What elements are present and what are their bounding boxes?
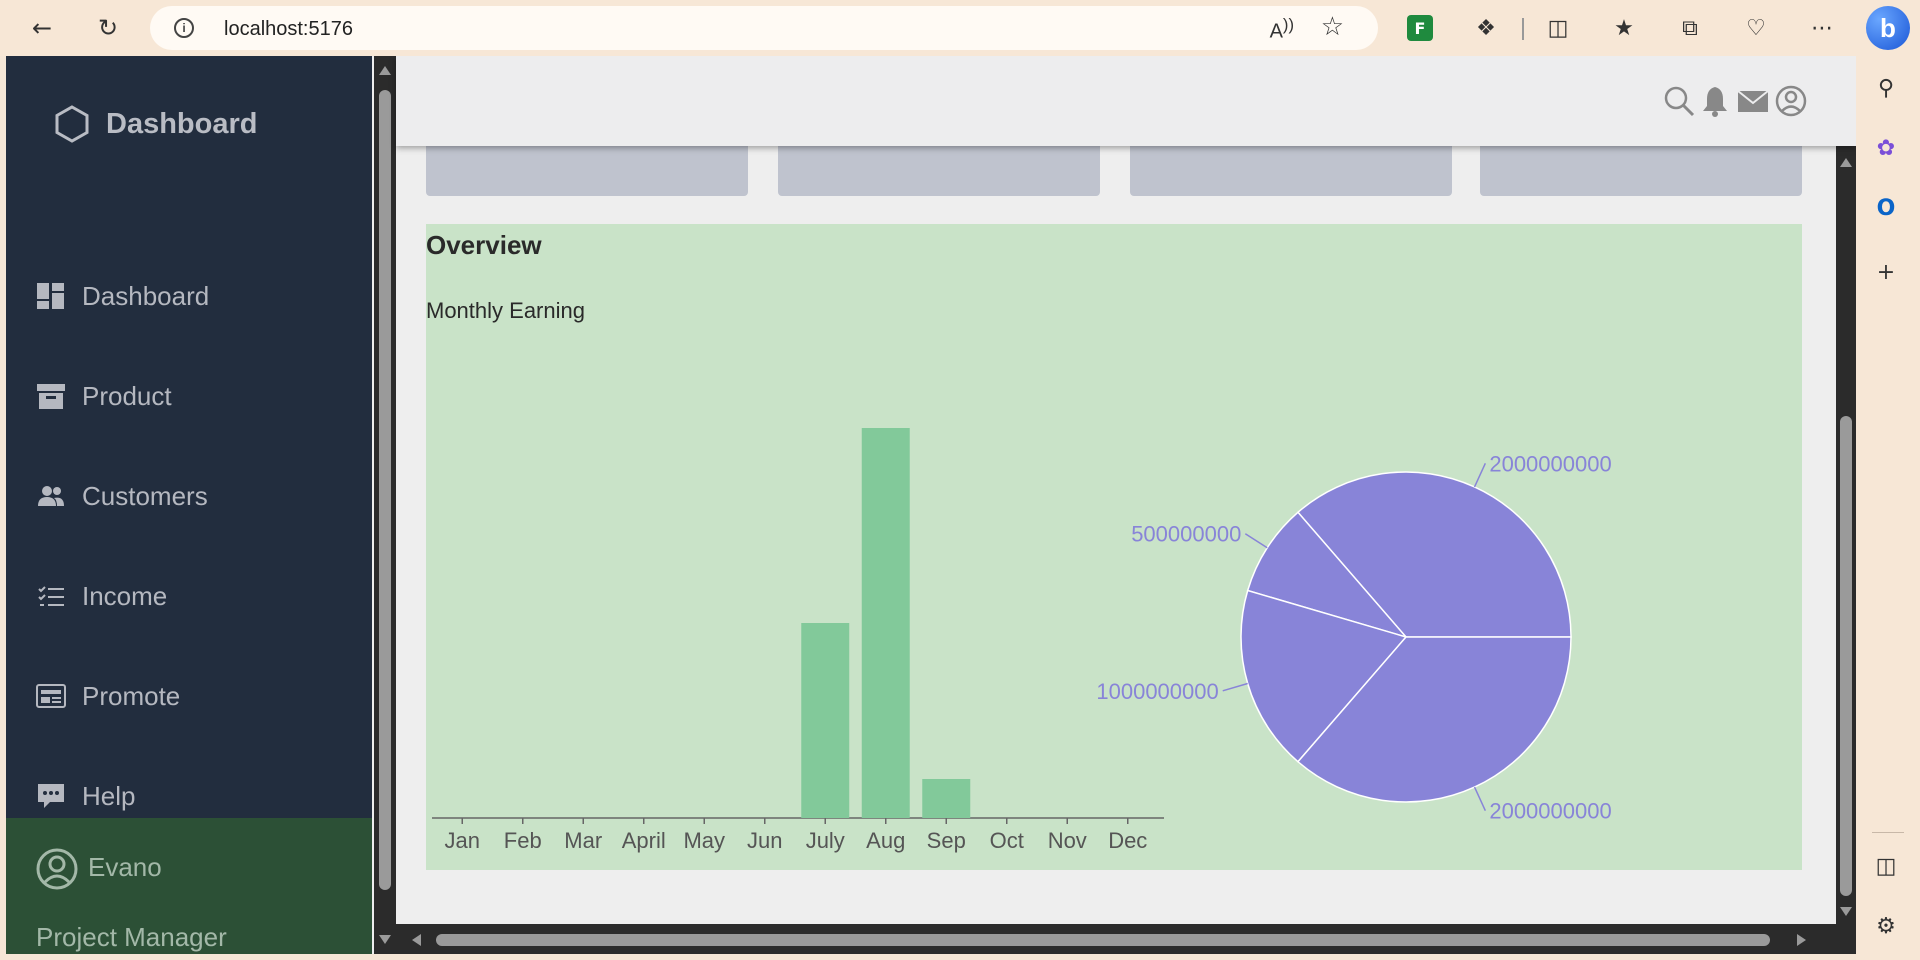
newspaper-icon [36, 681, 66, 711]
x-tick-label: Aug [866, 828, 905, 853]
bing-copilot-icon[interactable]: b [1866, 6, 1910, 50]
user-avatar-icon [36, 848, 78, 890]
settings-gear-icon[interactable]: ⚙ [1870, 910, 1902, 942]
x-tick-label: April [622, 828, 666, 853]
scroll-up-arrow-icon[interactable] [1840, 158, 1852, 167]
sidebar-item-dashboard[interactable]: Dashboard [36, 276, 209, 316]
profile-role: Project Manager [36, 922, 227, 952]
x-tick-label: Sep [927, 828, 966, 853]
favorites-icon[interactable]: ★ [1608, 12, 1640, 44]
pie-slice-label: 2000000000 [1489, 451, 1611, 476]
pie-leader-line [1222, 682, 1248, 692]
search-icon[interactable] [1662, 84, 1696, 118]
scroll-right-arrow-icon[interactable] [1797, 934, 1806, 946]
sidebar-item-label: Promote [82, 680, 181, 711]
bar [922, 779, 971, 818]
scroll-thumb[interactable] [379, 90, 391, 890]
browser-essentials-icon[interactable]: ♡ [1740, 12, 1772, 44]
sidebar-item-label: Income [82, 580, 168, 611]
search-icon[interactable]: ⚲ [1870, 72, 1902, 104]
pie-slice-label: 1000000000 [1096, 679, 1218, 704]
address-bar[interactable]: i localhost:5176 A)) ☆ [150, 6, 1378, 50]
pie-leader-line [1473, 786, 1487, 812]
pie-leader-line [1244, 533, 1268, 549]
profile-name: Evano [88, 852, 162, 882]
chat-icon [36, 781, 66, 811]
bar [861, 428, 910, 818]
page-viewport: Dashboard Dashboard Product Customers In… [6, 56, 1856, 954]
x-tick-label: Jun [747, 828, 782, 853]
summary-card[interactable] [778, 146, 1100, 196]
extensions-puzzle-icon[interactable]: ❖ [1470, 12, 1502, 44]
sidebar-item-promote[interactable]: Promote [36, 676, 180, 716]
outlook-icon[interactable]: O [1870, 192, 1902, 224]
charts-svg: Jan Feb Mar April May Jun July Aug Sep Oct Nov Dec 2… [432, 428, 1612, 853]
x-tick-label: Feb [504, 828, 542, 853]
back-icon[interactable]: ← [24, 10, 60, 46]
overview-panel: Overview Monthly Earning Jan Feb Mar April M… [426, 224, 1802, 870]
summary-card[interactable] [1130, 146, 1452, 196]
sidebar: Dashboard Dashboard Product Customers In… [6, 56, 372, 954]
brand[interactable]: Dashboard [52, 104, 257, 144]
split-screen-icon[interactable]: ◫ [1542, 12, 1574, 44]
main-horizontal-scrollbar[interactable] [396, 924, 1856, 954]
sidebar-item-label: Dashboard [82, 280, 210, 311]
mail-icon[interactable] [1736, 84, 1770, 118]
x-tick-label: Nov [1048, 828, 1087, 853]
scroll-down-arrow-icon[interactable] [1840, 907, 1852, 916]
read-aloud-icon[interactable]: A)) [1270, 15, 1294, 44]
scroll-thumb[interactable] [1840, 416, 1852, 896]
sidebar-item-income[interactable]: Income [36, 576, 167, 616]
archive-icon [36, 381, 66, 411]
profile-panel[interactable]: Evano Project Manager [6, 818, 372, 954]
sidebar-toggle-icon[interactable]: ◫ [1870, 850, 1902, 882]
x-tick-label: Dec [1108, 828, 1147, 853]
refresh-icon[interactable]: ↻ [90, 10, 126, 46]
toolbar-divider [1522, 18, 1524, 40]
x-tick-label: Oct [990, 828, 1024, 853]
main-content: Overview Monthly Earning Jan Feb Mar April M… [396, 146, 1836, 924]
more-menu-icon[interactable]: ⋯ [1806, 12, 1838, 44]
bell-icon[interactable] [1698, 84, 1732, 118]
sidebar-item-label: Product [82, 380, 172, 411]
pie-slice-label: 2000000000 [1489, 799, 1611, 824]
scroll-thumb[interactable] [436, 934, 1770, 946]
summary-card[interactable] [1480, 146, 1802, 196]
top-header [396, 56, 1856, 146]
summary-card[interactable] [426, 146, 748, 196]
scroll-left-arrow-icon[interactable] [412, 934, 421, 946]
browser-toolbar: ← ↻ i localhost:5176 A)) ☆ F ❖ ◫ ★ ⧉ ♡ ⋯… [0, 0, 1920, 56]
pie-slice-label: 500000000 [1131, 522, 1241, 547]
list-icon [36, 581, 66, 611]
x-tick-label: Mar [564, 828, 602, 853]
x-tick-label: July [806, 828, 845, 853]
url-text[interactable]: localhost:5176 [224, 18, 353, 41]
dashboard-icon [36, 281, 66, 311]
edge-divider [1872, 832, 1904, 833]
sidebar-item-customers[interactable]: Customers [36, 476, 208, 516]
user-icon[interactable] [1774, 84, 1808, 118]
scroll-down-arrow-icon[interactable] [379, 935, 391, 944]
pie-leader-line [1473, 462, 1487, 488]
add-icon[interactable]: + [1870, 256, 1902, 288]
brand-title: Dashboard [106, 107, 258, 140]
bar [801, 623, 850, 818]
favorite-star-icon[interactable]: ☆ [1321, 12, 1344, 42]
copilot-icon[interactable]: ✿ [1870, 132, 1902, 164]
site-info-icon[interactable]: i [174, 18, 194, 38]
sidebar-item-product[interactable]: Product [36, 376, 172, 416]
scroll-up-arrow-icon[interactable] [379, 66, 391, 75]
collections-icon[interactable]: ⧉ [1674, 12, 1706, 44]
x-tick-label: May [683, 828, 725, 853]
sidebar-scrollbar[interactable] [374, 56, 396, 954]
sidebar-item-label: Help [82, 780, 136, 811]
hexagon-logo-icon [55, 105, 89, 143]
x-tick-label: Jan [445, 828, 480, 853]
extension-green-icon[interactable]: F [1404, 12, 1436, 44]
sidebar-item-help[interactable]: Help [36, 776, 135, 816]
users-icon [36, 481, 66, 511]
main-vertical-scrollbar[interactable] [1836, 146, 1856, 924]
sidebar-item-label: Customers [82, 480, 208, 511]
